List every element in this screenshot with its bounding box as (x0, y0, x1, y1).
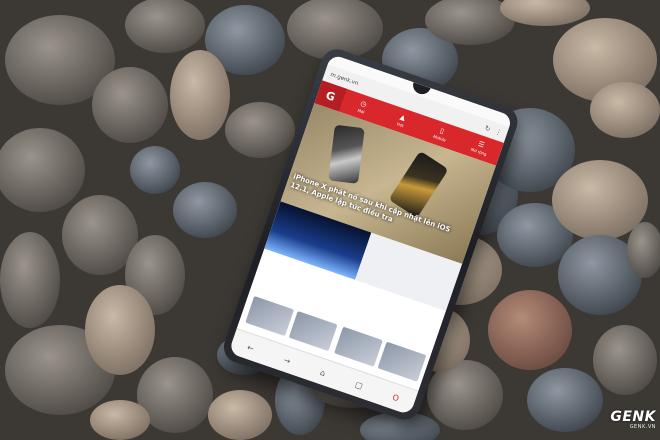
tabs-icon[interactable]: ▢ (354, 379, 364, 390)
phone-device: m.genk.vn ↻ ⋮ G ◷ Mới ▲ Hot ▯ Mobile ☰ M… (219, 45, 522, 425)
nav-item-label: Mobile (432, 133, 447, 143)
watermark-main: GENK (610, 409, 656, 425)
article-thumb[interactable] (334, 326, 383, 367)
home-icon[interactable]: ⌂ (319, 367, 327, 377)
opera-icon[interactable]: O (391, 392, 400, 403)
nav-item-label: Mở rộng (470, 146, 488, 157)
reload-icon[interactable]: ↻ (484, 124, 492, 133)
back-icon[interactable]: ← (246, 342, 255, 353)
phone-screen: m.genk.vn ↻ ⋮ G ◷ Mới ▲ Hot ▯ Mobile ☰ M… (228, 53, 513, 416)
forward-icon[interactable]: → (283, 355, 292, 366)
article-thumb[interactable] (288, 310, 338, 352)
article-thumb[interactable] (245, 296, 295, 337)
nav-item-label: Hot (396, 121, 405, 129)
smartphone: m.genk.vn ↻ ⋮ G ◷ Mới ▲ Hot ▯ Mobile ☰ M… (0, 0, 660, 440)
watermark-sub: GENK.VN (629, 424, 656, 430)
photo-scene: m.genk.vn ↻ ⋮ G ◷ Mới ▲ Hot ▯ Mobile ☰ M… (0, 0, 660, 440)
phone-icon: ▯ (438, 126, 446, 136)
genk-watermark: GENK GENK.VN (578, 410, 656, 431)
fire-icon: ▲ (398, 112, 407, 123)
article-thumb[interactable] (377, 341, 427, 382)
article-image-iphone-burnt (328, 124, 365, 184)
more-vert-icon[interactable]: ⋮ (494, 127, 503, 137)
nav-item-label: Mới (356, 107, 366, 115)
